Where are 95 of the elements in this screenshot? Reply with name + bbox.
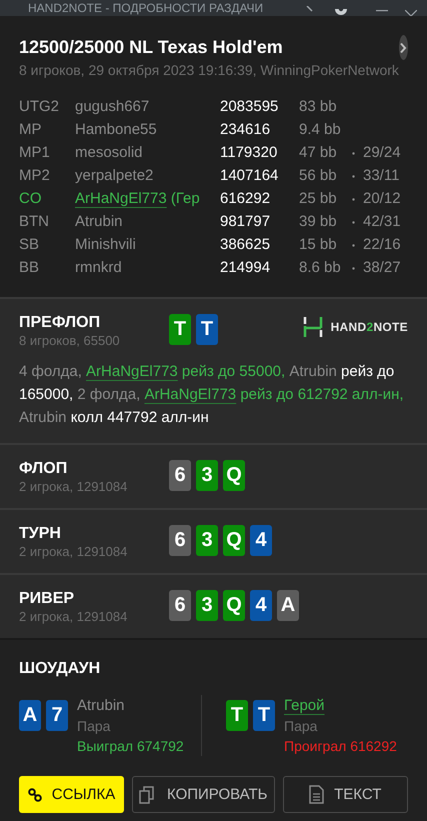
playing-card: Q	[223, 525, 245, 556]
playing-card: 4	[250, 525, 272, 556]
next-button[interactable]	[398, 35, 408, 60]
link-icon	[28, 788, 42, 802]
stack-amount: 2083595	[220, 97, 280, 117]
result-amount: Проиграл 616292	[284, 737, 397, 756]
separator-dot-icon	[352, 198, 355, 201]
player-name: Atrubin	[75, 213, 123, 230]
playing-card: 6	[169, 460, 191, 491]
player-link[interactable]: ArHaNgEl773	[75, 190, 167, 207]
street-info: 8 игроков, 65500	[19, 333, 121, 348]
separator-dot-icon	[352, 244, 355, 247]
window-title: HAND2NOTE - ПОДРОБНОСТИ РАЗДАЧИ	[28, 1, 264, 15]
separator-dot-icon	[352, 152, 355, 155]
stack-amount: 1407164	[220, 166, 280, 186]
document-icon	[309, 785, 324, 804]
playing-card: A	[19, 700, 41, 731]
player-stats: 20/12	[363, 189, 402, 209]
street-name: РИВЕР	[19, 589, 76, 609]
copy-icon	[139, 786, 157, 804]
playing-card: T	[253, 700, 275, 731]
player-stats: 33/11	[363, 166, 400, 186]
logo-text: HAND2NOTE	[330, 320, 408, 334]
playing-card: 3	[196, 460, 218, 491]
player-name: Hambone55	[75, 121, 157, 138]
playing-card: 7	[46, 700, 68, 731]
street-info: 2 игрока, 1291084	[19, 479, 128, 494]
player-name: mesosolid	[75, 144, 143, 161]
hand-rank: Пара	[284, 717, 318, 736]
seat-position: MP1	[19, 143, 51, 163]
player-stats: 42/31	[363, 212, 402, 232]
player-name: yerpalpete2	[75, 167, 154, 184]
action-button[interactable]: КОПИРОВАТЬ	[132, 776, 274, 813]
playing-card: T	[169, 314, 191, 345]
player-stats: 38/27	[363, 258, 402, 278]
player-name: Minishvili	[75, 236, 136, 253]
playing-card: Q	[223, 460, 245, 491]
street-name: ТУРН	[19, 524, 62, 544]
playing-card: Q	[223, 590, 245, 621]
player-stats: 29/24	[363, 143, 402, 163]
seat-position: UTG2	[19, 97, 60, 117]
seat-position: BB	[19, 258, 40, 278]
playing-card: 6	[169, 590, 191, 621]
seat-position: CO	[19, 189, 42, 209]
playing-card: 3	[196, 525, 218, 556]
stack-bb: 25 bb	[299, 189, 338, 209]
action-text: 4 фолда, ArHaNgEl773 рейз до 55000, Atrubin рейз до 165000, 2 фолда, ArHaNgEl773 рейз до 612792 алл-ин, Atrubin колл 447792 алл-ин	[19, 362, 405, 428]
player-name: Atrubin	[77, 697, 125, 714]
seat-position: MP2	[19, 166, 51, 186]
chevron-right-icon	[399, 42, 408, 54]
player-link[interactable]: Герой	[284, 697, 325, 714]
stack-amount: 214994	[220, 258, 272, 278]
playing-card: 6	[169, 525, 191, 556]
playing-card: T	[226, 700, 248, 731]
street-info: 2 игрока, 1291084	[19, 609, 128, 624]
player-name: rmnkrd	[75, 259, 122, 276]
stack-bb: 8.6 bb	[299, 258, 342, 278]
logo-icon	[302, 317, 323, 337]
seat-position: MP	[19, 120, 42, 140]
separator-dot-icon	[352, 174, 355, 178]
stack-bb: 15 bb	[299, 235, 338, 255]
street-info: 2 игрока, 1291084	[19, 544, 128, 559]
player-name: gugush667	[75, 98, 150, 115]
result-amount: Выиграл 674792	[77, 737, 184, 756]
seat-position: BTN	[19, 212, 50, 232]
section-title: ШОУДАУН	[19, 660, 102, 678]
stack-bb: 83 bb	[299, 97, 338, 117]
action-button[interactable]: ССЫЛКА	[19, 776, 124, 813]
playing-card: 3	[196, 590, 218, 621]
stack-bb: 9.4 bb	[299, 120, 342, 140]
street-name: ФЛОП	[19, 459, 68, 479]
separator-dot-icon	[352, 220, 355, 224]
stack-bb: 39 bb	[299, 212, 338, 232]
hero-label: (Гер	[170, 190, 200, 207]
stack-amount: 386625	[220, 235, 272, 255]
stack-amount: 234616	[220, 120, 272, 140]
stack-amount: 981797	[220, 212, 272, 232]
stack-amount: 616292	[220, 189, 272, 209]
hand-subtitle: 8 игроков, 29 октября 2023 19:16:39, WinningPokerNetwork	[19, 62, 399, 78]
playing-card: T	[196, 314, 218, 345]
player-stats: 22/16	[363, 235, 402, 255]
hand-title: 12500/25000 NL Texas Hold'em	[19, 36, 284, 58]
separator-dot-icon	[352, 266, 355, 270]
player-link[interactable]: ArHaNgEl773	[86, 363, 178, 380]
action-button[interactable]: ТЕКСТ	[282, 776, 408, 813]
playing-card: A	[277, 590, 299, 621]
street-name: ПРЕФЛОП	[19, 313, 102, 333]
playing-card: 4	[250, 590, 272, 621]
stack-bb: 56 bb	[299, 166, 338, 186]
player-link[interactable]: ArHaNgEl773	[144, 386, 236, 403]
seat-position: SB	[19, 235, 40, 255]
hand-rank: Пара	[77, 717, 112, 736]
minimize-icon[interactable]	[376, 10, 388, 12]
stack-amount: 1179320	[220, 143, 278, 163]
stack-bb: 47 bb	[299, 143, 338, 163]
